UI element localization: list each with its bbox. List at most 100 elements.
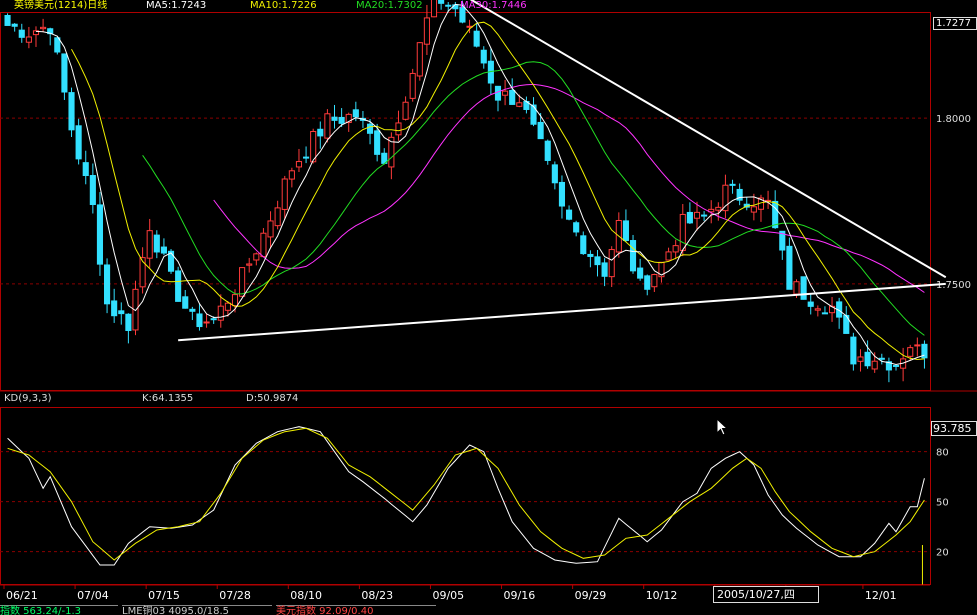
candle-up — [814, 308, 821, 311]
candle-down — [4, 15, 11, 26]
date-label: 07/04 — [77, 589, 109, 602]
candle-up — [217, 305, 224, 321]
date-label: 12/01 — [865, 589, 897, 602]
candle-down — [580, 235, 587, 255]
candle-down — [104, 264, 111, 305]
candle-down — [189, 308, 196, 312]
bottom-tab-2[interactable]: LME铜03 4095.0/18.5 — [122, 605, 272, 615]
kd-k-label: K:64.1355 — [142, 393, 194, 404]
candle-down — [54, 37, 61, 53]
candle-up — [651, 274, 658, 288]
candle-up — [260, 232, 267, 258]
date-label: 08/23 — [361, 589, 393, 602]
candle-up — [281, 178, 288, 210]
date-label: 09/05 — [432, 589, 464, 602]
candle-down — [89, 175, 96, 205]
candle-down — [61, 53, 68, 93]
candle-down — [786, 245, 793, 290]
candle-down — [800, 276, 807, 300]
bottom-tab-1[interactable]: 指数 563.24/-1.3 — [0, 605, 118, 615]
candle-down — [210, 318, 217, 321]
candle-down — [125, 313, 132, 331]
candle-up — [253, 253, 260, 261]
candle-down — [338, 116, 345, 124]
kd-d-label: D:50.9874 — [246, 393, 299, 404]
candle-up — [25, 36, 32, 43]
candle-up — [267, 220, 274, 238]
candle-down — [317, 128, 324, 137]
candle-down — [182, 296, 189, 309]
candle-down — [366, 123, 374, 134]
bottom-tab-bar: 指数 563.24/-1.3 LME铜03 4095.0/18.5 美元指数 9… — [0, 604, 977, 615]
candle-down — [303, 156, 310, 159]
candle-down — [821, 312, 828, 315]
ma5-line — [35, 3, 925, 366]
candle-down — [175, 270, 182, 302]
candle-up — [672, 245, 679, 253]
candle-up — [239, 267, 246, 297]
candle-down — [629, 240, 637, 272]
kd-d-line — [7, 427, 925, 561]
candle-up — [722, 184, 729, 212]
candle-up — [608, 249, 615, 278]
candle-up — [502, 90, 509, 96]
candle-down — [644, 275, 651, 290]
candle-down — [494, 85, 502, 101]
candle-down — [558, 181, 566, 207]
candle-down — [374, 130, 381, 155]
candle-up — [409, 72, 416, 99]
candle-up — [430, 0, 438, 18]
candle-down — [594, 256, 601, 266]
candle-up — [231, 294, 239, 307]
candle-up — [516, 102, 523, 107]
candle-up — [679, 213, 686, 251]
date-label: 07/15 — [148, 589, 180, 602]
candle-down — [850, 336, 857, 365]
candle-down — [68, 92, 75, 131]
candle-up — [750, 206, 757, 213]
candle-up — [288, 170, 295, 180]
candle-down — [473, 30, 480, 47]
candle-down — [701, 214, 708, 217]
candle-down — [331, 116, 338, 121]
candle-down — [352, 109, 359, 118]
kd-tick-label: 80 — [936, 448, 949, 459]
ma5-label: MA5:1.7243 — [146, 0, 207, 11]
kd-title: KD(9,3,3) — [4, 393, 52, 404]
candle-up — [914, 344, 921, 347]
candle-down — [686, 211, 693, 224]
candle-down — [878, 357, 885, 360]
kd-tick-label: 20 — [936, 548, 949, 559]
candle-up — [416, 42, 423, 77]
price-tick-label: 1.7500 — [936, 280, 971, 291]
mouse-cursor-icon — [716, 418, 729, 436]
kd-tick-label: 50 — [936, 498, 949, 509]
candle-down — [530, 104, 537, 125]
candle-down — [587, 253, 594, 257]
date-label: 09/16 — [504, 589, 536, 602]
candle-down — [82, 162, 89, 177]
candle-down — [509, 89, 516, 105]
candle-up — [224, 302, 231, 311]
candle-up — [146, 230, 153, 259]
candle-down — [438, 0, 445, 4]
price-panel-frame — [0, 12, 931, 391]
candle-down — [480, 49, 487, 64]
candle-up — [203, 321, 210, 324]
candle-down — [601, 262, 608, 277]
candle-down — [75, 125, 82, 160]
candle-down — [807, 301, 814, 307]
ma10-label: MA10:1.7226 — [250, 0, 317, 11]
price-tick-label: 1.8000 — [936, 114, 971, 125]
candle-down — [160, 246, 167, 254]
date-label: 10/12 — [646, 589, 678, 602]
candle-up — [871, 360, 878, 370]
bottom-tab-3[interactable]: 美元指数 92.09/0.40 — [276, 605, 436, 615]
candle-up — [274, 207, 281, 227]
candle-down — [573, 222, 580, 233]
candle-down — [637, 267, 644, 279]
candle-up — [395, 122, 402, 136]
candle-down — [11, 23, 18, 27]
candle-up — [693, 211, 701, 219]
candle-up — [295, 161, 303, 168]
